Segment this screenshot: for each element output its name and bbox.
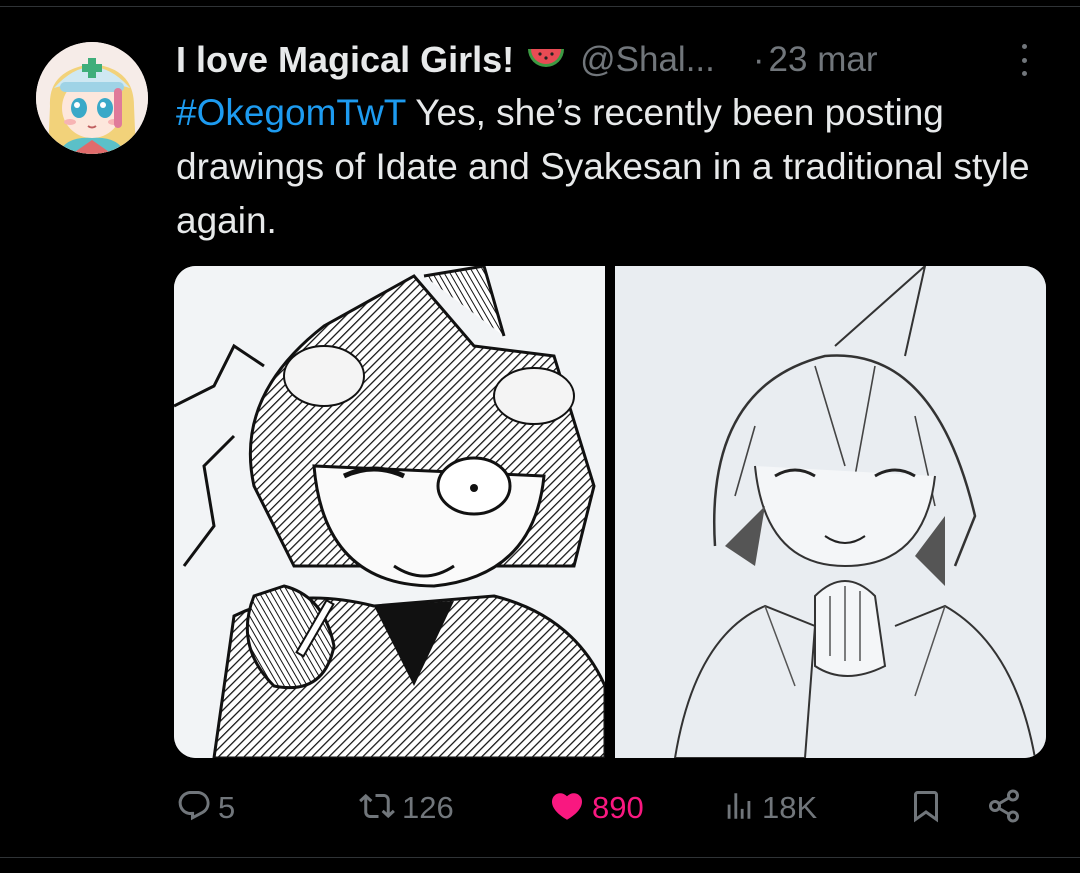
watermelon-icon (526, 45, 566, 75)
analytics-icon (722, 789, 756, 828)
tweet-actions: 5 126 890 18K (0, 780, 1080, 836)
view-count: 18K (762, 790, 818, 825)
tweet-header: I love Magical Girls! @Shal... · 23 mar (176, 32, 1036, 88)
avatar[interactable] (36, 42, 148, 154)
bookmark-icon (908, 788, 944, 829)
bottom-divider (0, 857, 1080, 858)
separator-dot: · (752, 40, 765, 79)
media-grid (174, 266, 1046, 758)
tweet-text: #OkegomTwT Yes, she’s recently been post… (176, 86, 1036, 248)
hashtag-link[interactable]: #OkegomTwT (176, 92, 406, 133)
like-count: 890 (592, 790, 644, 825)
tweet-date[interactable]: 23 mar (769, 40, 878, 80)
media-image-right[interactable] (615, 266, 1046, 758)
more-options-icon[interactable] (1012, 40, 1036, 80)
media-image-left[interactable] (174, 266, 605, 758)
author-display-name[interactable]: I love Magical Girls! (176, 39, 514, 81)
reply-button[interactable]: 5 (176, 780, 235, 836)
share-button[interactable] (986, 780, 1022, 836)
top-divider (0, 6, 1080, 7)
views-button[interactable]: 18K (722, 780, 817, 836)
retweet-count: 126 (402, 790, 454, 825)
author-handle[interactable]: @Shal... (580, 40, 715, 80)
retweet-icon (358, 788, 396, 829)
bookmark-button[interactable] (908, 780, 944, 836)
retweet-button[interactable]: 126 (358, 780, 454, 836)
share-icon (986, 788, 1022, 829)
reply-icon (176, 788, 212, 829)
heart-icon (548, 788, 586, 829)
like-button[interactable]: 890 (548, 780, 644, 836)
reply-count: 5 (218, 790, 236, 825)
